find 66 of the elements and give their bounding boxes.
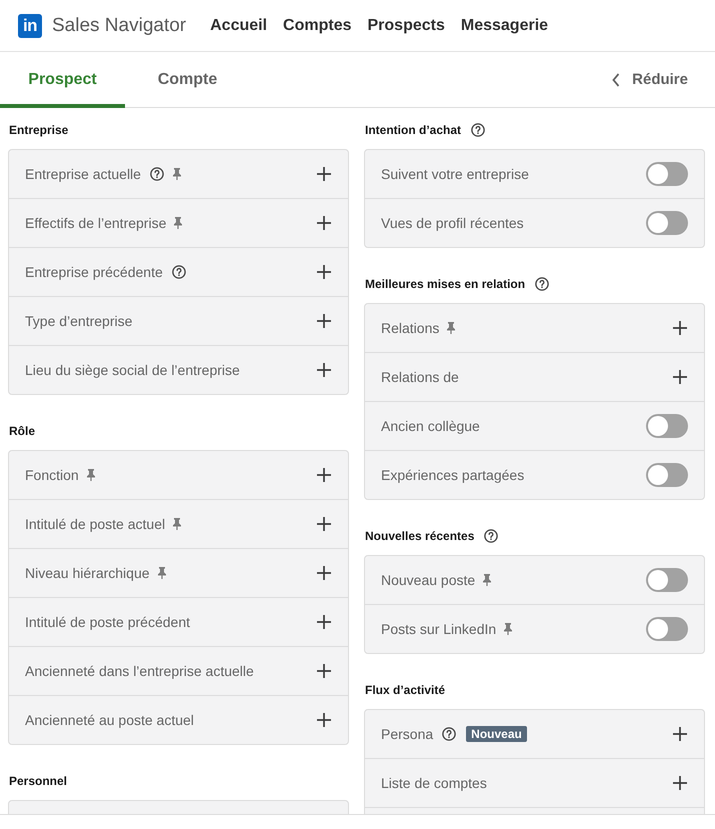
filter-label: Nouveau poste [381,572,476,588]
toggle-switch[interactable] [646,463,688,487]
help-icon[interactable] [150,167,164,181]
section-heading: Intention d’achat [365,123,461,137]
help-icon[interactable] [172,265,186,279]
section-heading: Meilleures mises en relation [365,277,526,291]
filter-label: Vues de profil récentes [381,215,524,231]
logo-mark[interactable]: in [18,14,42,38]
collapse-button[interactable]: Réduire [612,71,688,88]
filter-label: Ancien collègue [381,418,480,434]
toggle-switch[interactable] [646,162,688,186]
toggle-switch[interactable] [646,617,688,641]
tab[interactable]: Prospect [0,52,125,108]
nav-link[interactable]: Messagerie [460,16,548,34]
filter-label: Niveau hiérarchique [25,565,150,581]
filter-label: Lieu du siège social de l’entreprise [25,362,240,378]
section-heading: Personnel [9,774,68,788]
toggle-switch[interactable] [646,211,688,235]
filter-label: Expériences partagées [381,467,524,483]
filter-label: Effectifs de l’entreprise [25,215,166,231]
section-heading: Rôle [9,424,36,438]
section-heading: Flux d’activité [365,683,446,697]
new-badge: Nouveau [466,726,527,742]
filter-label: Relations [381,320,440,336]
plus-icon [317,314,331,328]
nav-link[interactable]: Comptes [283,16,352,34]
filter-label: Persona [381,726,434,742]
filter-label: Liste de comptes [381,775,487,791]
filter-label: Intitulé de poste actuel [25,516,166,532]
nav-link[interactable]: Prospects [368,16,445,34]
plus-icon [317,517,331,531]
filter-label: Suivent votre entreprise [381,166,529,182]
filter-label: Ancienneté dans l’entreprise actuelle [25,663,254,679]
plus-icon [317,265,331,279]
filter-label: Intitulé de poste précédent [25,614,190,630]
filter-label: Posts sur LinkedIn [381,621,496,637]
help-icon[interactable] [535,277,550,291]
plus-icon [673,321,687,335]
nav-link[interactable]: Accueil [210,16,268,34]
plus-icon [317,167,331,181]
toggle-switch[interactable] [646,414,688,438]
filter-label: Entreprise actuelle [25,166,141,182]
plus-icon [673,727,687,741]
filter-label: Ancienneté au poste actuel [25,712,194,728]
plus-icon [317,468,331,482]
plus-icon [317,363,331,377]
tab[interactable]: Compte [125,52,250,108]
plus-icon [317,216,331,230]
plus-icon [673,776,687,790]
plus-icon [317,615,331,629]
plus-icon [317,713,331,727]
filter-label: Entreprise précédente [25,264,163,280]
chevron-left-icon [612,72,620,86]
filter-label: Fonction [25,467,79,483]
filter-label: Relations de [381,369,459,385]
help-icon[interactable] [471,123,485,137]
product-name: Sales Navigator [52,14,186,36]
plus-icon [317,566,331,580]
help-icon[interactable] [484,529,498,543]
filter-label: Type d’entreprise [25,313,132,329]
plus-icon [673,370,687,384]
section-heading: Entreprise [9,123,68,137]
plus-icon [317,664,331,678]
help-icon[interactable] [442,727,456,741]
section-heading: Nouvelles récentes [365,529,474,543]
toggle-switch[interactable] [646,568,688,592]
